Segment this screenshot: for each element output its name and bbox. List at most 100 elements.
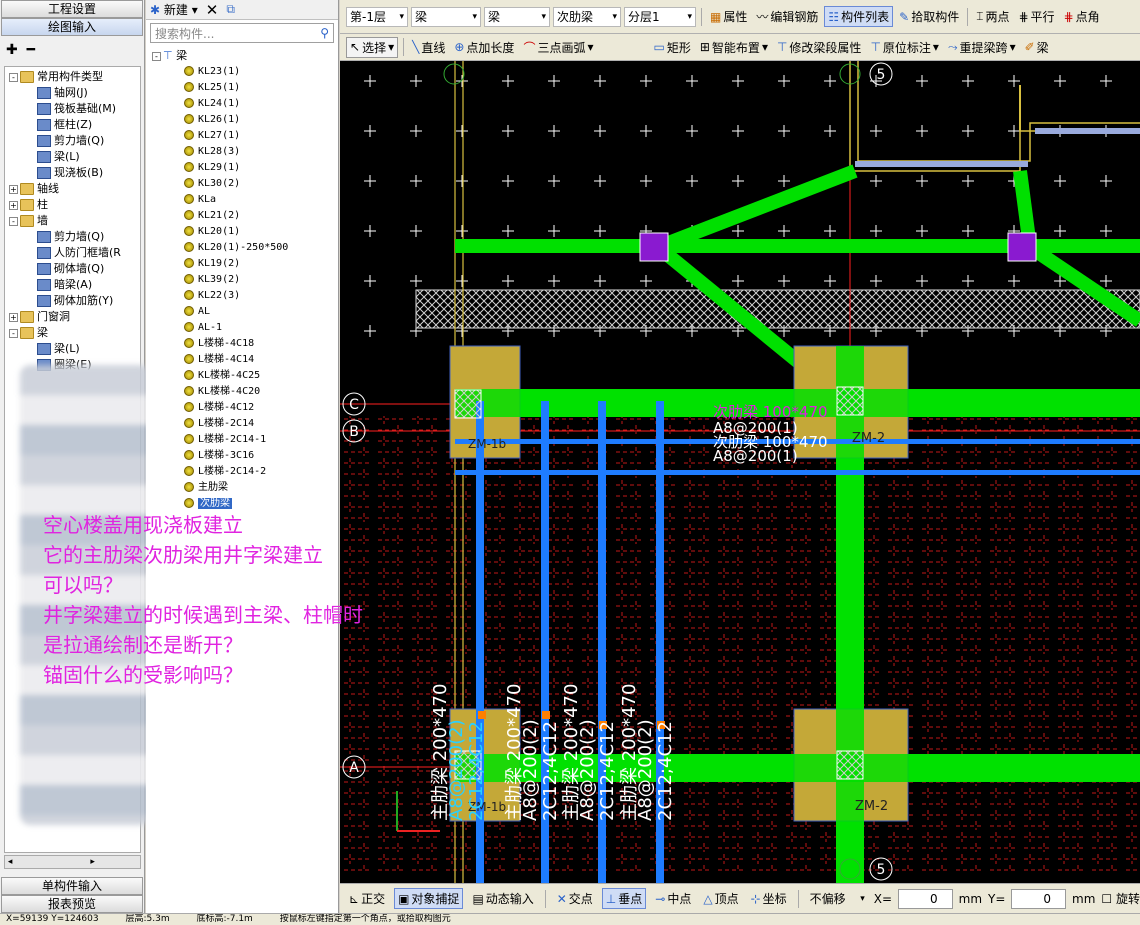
tree-root[interactable]: - ⊤ 梁: [152, 48, 187, 64]
nav-tree-item[interactable]: + 门窗洞: [9, 309, 70, 325]
component-list-item[interactable]: KL25(1): [184, 80, 240, 96]
nav-single-input[interactable]: 单构件输入: [1, 877, 143, 895]
nav-report-preview[interactable]: 报表预览: [1, 895, 143, 913]
nav-tree-item[interactable]: 砌体加筋(Y): [37, 293, 113, 309]
collapse-icon[interactable]: -: [9, 72, 18, 82]
rectangle-button[interactable]: ▭ 矩形: [651, 38, 694, 57]
ortho-button[interactable]: ⊾ 正交: [346, 889, 388, 908]
component-list-item[interactable]: L楼梯-4C12: [184, 400, 254, 416]
component-list-item[interactable]: KL39(2): [184, 272, 240, 288]
search-icon[interactable]: ⚲: [320, 26, 329, 40]
expand-icon[interactable]: +: [9, 184, 18, 194]
component-list-item[interactable]: AL-1: [184, 320, 222, 336]
layer-select[interactable]: 分层1: [624, 6, 696, 27]
component-list-item[interactable]: KL楼梯-4C20: [184, 384, 260, 400]
point-length-button[interactable]: ⊕ 点加长度: [451, 38, 517, 57]
type1-select[interactable]: 梁: [411, 6, 481, 27]
component-list-item[interactable]: L楼梯-4C14: [184, 352, 254, 368]
nav-tree-item[interactable]: + 柱: [9, 197, 48, 213]
collapse-icon[interactable]: -: [152, 51, 161, 61]
nav-tree-item[interactable]: 现浇板(B): [37, 165, 103, 181]
component-list-item[interactable]: KLa: [184, 192, 216, 208]
component-list-item[interactable]: KL楼梯-4C25: [184, 368, 260, 384]
nav-tree-item[interactable]: 框柱(Z): [37, 117, 92, 133]
component-list-item[interactable]: KL30(2): [184, 176, 240, 192]
properties-button[interactable]: ▦ 属性: [707, 7, 750, 26]
y-input[interactable]: 0: [1011, 888, 1067, 909]
collapse-icon[interactable]: -: [9, 216, 18, 226]
nav-tree-item[interactable]: 暗梁(A): [37, 277, 92, 293]
copy-icon[interactable]: ⧉: [226, 2, 235, 17]
component-list-item[interactable]: KL20(1): [184, 224, 240, 240]
floor-select[interactable]: 第-1层: [346, 6, 408, 27]
component-list-item[interactable]: L楼梯-2C14: [184, 416, 254, 432]
expand-icon[interactable]: +: [9, 312, 18, 322]
beam-button[interactable]: ✐ 梁: [1022, 38, 1052, 57]
search-input[interactable]: 搜索构件... ⚲: [150, 23, 334, 43]
line-button[interactable]: ╲ 直线: [409, 38, 448, 57]
nav-tree-item[interactable]: + 轴线: [9, 181, 59, 197]
intersection-button[interactable]: ✕ 交点: [554, 889, 596, 908]
expand-icon[interactable]: +: [9, 200, 18, 210]
two-point-button[interactable]: ⌶ 两点: [973, 7, 1012, 26]
smart-layout-button[interactable]: ⊞ 智能布置 ▾: [697, 38, 771, 57]
nav-tree-item[interactable]: 梁(L): [37, 341, 80, 357]
component-list-item[interactable]: KL29(1): [184, 160, 240, 176]
point-angle-button[interactable]: ⋕ 点角: [1061, 7, 1103, 26]
question-line: 是拉通绘制还是断开？: [43, 633, 243, 657]
nav-tree-item[interactable]: - 常用构件类型: [9, 69, 103, 85]
modify-segment-button[interactable]: ⊤ 修改梁段属性: [774, 38, 864, 57]
component-list-item[interactable]: L楼梯-3C16: [184, 448, 254, 464]
nav-tree-item[interactable]: 人防门框墙(R: [37, 245, 121, 261]
component-list-item[interactable]: KL19(2): [184, 256, 240, 272]
select-button[interactable]: ↖ 选择 ▾: [346, 36, 399, 58]
nav-tree-item[interactable]: 剪力墙(Q): [37, 229, 104, 245]
drawing-canvas[interactable]: CBA55 次肋梁 100*470 A8@200(1) 次肋梁 100*470 …: [340, 61, 1140, 883]
nav-tree-item[interactable]: 剪力墙(Q): [37, 133, 104, 149]
component-list-item[interactable]: KL23(1): [184, 64, 240, 80]
parallel-button[interactable]: ⋕ 平行: [1015, 7, 1057, 26]
component-list-item[interactable]: KL24(1): [184, 96, 240, 112]
member-select[interactable]: 次肋梁: [553, 6, 621, 27]
component-list-button[interactable]: ☷ 构件列表: [824, 6, 894, 27]
offset-select[interactable]: 不偏移: [807, 889, 868, 909]
expand-collapse-icons[interactable]: ✚ ━: [6, 42, 37, 58]
component-list-item[interactable]: KL26(1): [184, 112, 240, 128]
x-input[interactable]: 0: [898, 888, 953, 909]
component-list-item[interactable]: KL27(1): [184, 128, 240, 144]
rotate-checkbox[interactable]: ☐ 旋转: [1101, 890, 1140, 907]
nav-project-settings[interactable]: 工程设置: [1, 0, 143, 18]
vertex-button[interactable]: △ 顶点: [700, 889, 741, 908]
perpendicular-button[interactable]: ⊥ 垂点: [601, 888, 647, 909]
coordinate-button[interactable]: ⊹ 坐标: [748, 889, 790, 908]
component-list-item[interactable]: L楼梯-2C14-2: [184, 464, 266, 480]
edit-rebar-button[interactable]: 〰编辑钢筋: [753, 7, 821, 26]
nav-tree-item[interactable]: 梁(L): [37, 149, 80, 165]
component-list-item[interactable]: L楼梯-4C18: [184, 336, 254, 352]
nav-tree-item[interactable]: 轴网(J): [37, 85, 88, 101]
dynamic-input-button[interactable]: ▤ 动态输入: [469, 889, 536, 908]
nav-tree-item[interactable]: -墙: [9, 213, 48, 229]
midpoint-button[interactable]: ⊸ 中点: [652, 889, 694, 908]
in-situ-label-button[interactable]: ⊤ 原位标注 ▾: [867, 38, 942, 57]
collapse-icon[interactable]: -: [9, 328, 18, 338]
nav-tree-item[interactable]: 砌体墙(Q): [37, 261, 104, 277]
pick-component-button[interactable]: ✎ 拾取构件: [896, 7, 962, 26]
component-list-item[interactable]: KL21(2): [184, 208, 240, 224]
new-button[interactable]: ✱ 新建 ▾: [150, 1, 198, 18]
component-list-item[interactable]: L楼梯-2C14-1: [184, 432, 266, 448]
type2-select[interactable]: 梁: [484, 6, 550, 27]
horizontal-scrollbar[interactable]: ◂ ▸: [4, 855, 141, 869]
nav-tree-item[interactable]: -梁: [9, 325, 48, 341]
component-list-item[interactable]: KL22(3): [184, 288, 240, 304]
nav-drawing-input[interactable]: 绘图输入: [1, 18, 143, 36]
respan-button[interactable]: ⤳ 重提梁跨 ▾: [945, 38, 1019, 57]
component-list-item[interactable]: KL20(1)-250*500: [184, 240, 288, 256]
component-list-item[interactable]: KL28(3): [184, 144, 240, 160]
component-list-item[interactable]: AL: [184, 304, 210, 320]
delete-icon[interactable]: ✕: [206, 1, 219, 19]
component-list-item[interactable]: 主肋梁: [184, 480, 228, 496]
object-snap-button[interactable]: ▣ 对象捕捉: [394, 888, 464, 909]
arc-button[interactable]: ⌒ 三点画弧 ▾: [520, 38, 596, 57]
nav-tree-item[interactable]: 筏板基础(M): [37, 101, 116, 117]
